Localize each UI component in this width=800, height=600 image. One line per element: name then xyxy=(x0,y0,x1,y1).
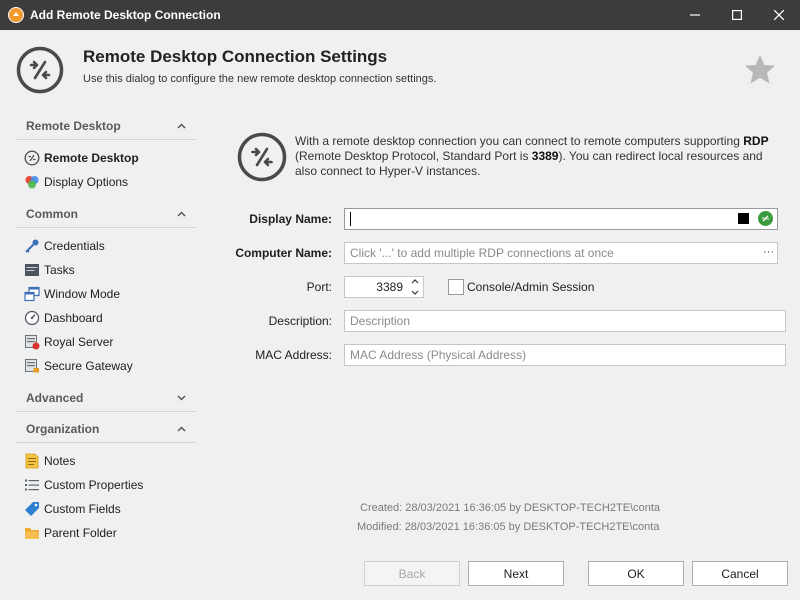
console-session-checkbox[interactable] xyxy=(448,279,464,295)
chevron-down-icon[interactable] xyxy=(176,393,186,403)
sidebar-item-window-mode[interactable]: Window Mode xyxy=(16,282,196,306)
display-name-label: Display Name: xyxy=(249,212,332,226)
app-icon xyxy=(8,7,24,23)
sidebar-item-label: Tasks xyxy=(44,263,75,277)
modified-info: Modified: 28/03/2021 16:36:05 by DESKTOP… xyxy=(357,521,660,533)
remote-desktop-header-icon xyxy=(16,46,64,94)
window-title: Add Remote Desktop Connection xyxy=(30,8,221,22)
description-label: Description: xyxy=(268,314,332,328)
sidebar-item-notes[interactable]: Notes xyxy=(16,449,196,473)
description-placeholder: Description xyxy=(350,314,411,328)
sidebar-group-label: Advanced xyxy=(26,390,84,405)
sidebar-group-label: Remote Desktop xyxy=(26,118,121,133)
mac-address-label: MAC Address: xyxy=(255,348,332,362)
page-title: Remote Desktop Connection Settings xyxy=(83,47,388,66)
ok-button[interactable]: OK xyxy=(588,561,684,586)
computer-name-placeholder: Click '...' to add multiple RDP connecti… xyxy=(350,246,614,260)
royal-server-icon xyxy=(24,334,40,350)
back-button[interactable]: Back xyxy=(364,561,460,586)
computer-name-label: Computer Name: xyxy=(235,246,332,260)
folder-icon xyxy=(24,525,40,541)
sidebar-group-organization[interactable]: Organization xyxy=(16,415,196,443)
stepper-down-icon[interactable] xyxy=(411,290,419,295)
sidebar-item-custom-properties[interactable]: Custom Properties xyxy=(16,473,196,497)
chevron-up-icon[interactable] xyxy=(176,209,186,219)
remote-desktop-info-icon xyxy=(237,132,287,182)
mac-address-input[interactable]: MAC Address (Physical Address) xyxy=(344,344,786,366)
ellipsis-button[interactable]: ··· xyxy=(763,246,774,258)
tasks-icon xyxy=(24,262,40,278)
sidebar-item-label: Secure Gateway xyxy=(44,359,133,373)
chevron-up-icon[interactable] xyxy=(176,424,186,434)
cancel-button[interactable]: Cancel xyxy=(692,561,788,586)
sidebar-item-label: Dashboard xyxy=(44,311,103,325)
sidebar-item-label: Display Options xyxy=(44,175,129,189)
sidebar-group-label: Organization xyxy=(26,421,100,436)
next-button[interactable]: Next xyxy=(468,561,564,586)
sidebar-item-remote-desktop[interactable]: Remote Desktop xyxy=(16,146,196,170)
display-options-icon xyxy=(24,174,40,190)
sidebar-item-label: Parent Folder xyxy=(44,526,117,540)
sidebar-group-common[interactable]: Common xyxy=(16,200,196,228)
key-icon xyxy=(24,238,40,254)
secure-gateway-icon xyxy=(24,358,40,374)
text-caret xyxy=(350,212,351,226)
page-subtitle: Use this dialog to configure the new rem… xyxy=(83,73,437,85)
sidebar-item-royal-server[interactable]: Royal Server xyxy=(16,330,196,354)
remote-desktop-icon xyxy=(24,150,40,166)
sidebar-item-parent-folder[interactable]: Parent Folder xyxy=(16,521,196,545)
sidebar-item-label: Window Mode xyxy=(44,287,121,301)
color-picker-button[interactable] xyxy=(738,213,749,224)
maximize-button[interactable] xyxy=(716,0,758,30)
created-info: Created: 28/03/2021 16:36:05 by DESKTOP-… xyxy=(360,502,661,514)
sidebar-item-label: Custom Fields xyxy=(44,502,121,516)
sidebar-item-label: Remote Desktop xyxy=(44,151,139,165)
mac-address-placeholder: MAC Address (Physical Address) xyxy=(350,348,527,362)
dashboard-icon xyxy=(24,310,40,326)
green-remote-icon[interactable] xyxy=(758,211,773,226)
window-mode-icon xyxy=(24,286,40,302)
sidebar-group-remote-desktop[interactable]: Remote Desktop xyxy=(16,112,196,140)
description-input[interactable]: Description xyxy=(344,310,786,332)
sidebar: Remote Desktop Remote Desktop Display Op… xyxy=(16,112,196,551)
sidebar-item-display-options[interactable]: Display Options xyxy=(16,170,196,194)
stepper-up-icon[interactable] xyxy=(411,279,419,284)
sidebar-group-advanced[interactable]: Advanced xyxy=(16,384,196,412)
console-session-label[interactable]: Console/Admin Session xyxy=(467,280,594,294)
sidebar-item-credentials[interactable]: Credentials xyxy=(16,234,196,258)
notes-icon xyxy=(24,453,40,469)
sidebar-item-label: Credentials xyxy=(44,239,105,253)
computer-name-input[interactable]: Click '...' to add multiple RDP connecti… xyxy=(344,242,778,264)
sidebar-group-label: Common xyxy=(26,206,78,221)
port-label: Port: xyxy=(306,280,332,294)
title-bar: Add Remote Desktop Connection xyxy=(0,0,800,30)
sidebar-item-tasks[interactable]: Tasks xyxy=(16,258,196,282)
sidebar-item-label: Notes xyxy=(44,454,76,468)
sidebar-item-custom-fields[interactable]: Custom Fields xyxy=(16,497,196,521)
sidebar-item-dashboard[interactable]: Dashboard xyxy=(16,306,196,330)
tag-icon xyxy=(24,501,40,517)
custom-properties-icon xyxy=(24,477,40,493)
sidebar-item-label: Royal Server xyxy=(44,335,114,349)
display-name-input[interactable] xyxy=(344,208,778,230)
chevron-up-icon[interactable] xyxy=(176,121,186,131)
port-value: 3389 xyxy=(376,280,403,294)
sidebar-item-secure-gateway[interactable]: Secure Gateway xyxy=(16,354,196,378)
close-button[interactable] xyxy=(758,0,800,30)
info-description: With a remote desktop connection you can… xyxy=(295,134,769,178)
sidebar-item-label: Custom Properties xyxy=(44,478,144,492)
port-stepper[interactable]: 3389 xyxy=(344,276,424,298)
favorite-star-icon[interactable] xyxy=(743,53,777,87)
minimize-button[interactable] xyxy=(674,0,716,30)
